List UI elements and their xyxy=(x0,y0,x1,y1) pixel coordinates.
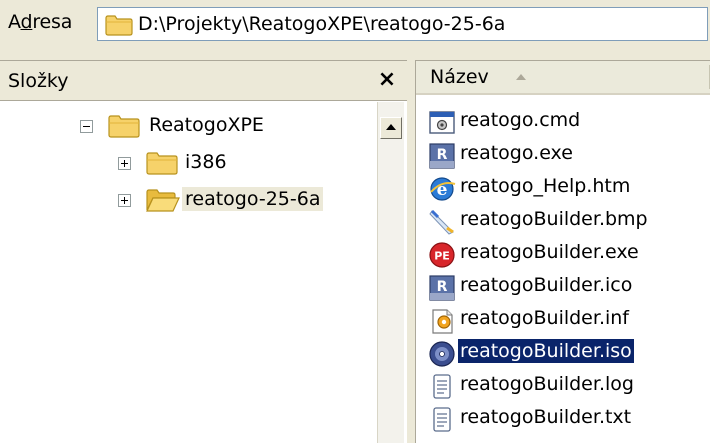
file-item-reatogobuilder-log[interactable]: reatogoBuilder.log xyxy=(428,370,703,403)
file-name: reatogoBuilder.exe xyxy=(460,241,639,263)
svg-text:PE: PE xyxy=(434,250,450,263)
column-name-label: Název xyxy=(430,66,489,88)
file-name: reatogoBuilder.txt xyxy=(460,406,632,428)
folder-icon xyxy=(146,152,178,175)
file-item-reatogobuilder-exe[interactable]: PE reatogoBuilder.exe xyxy=(428,238,703,271)
file-name: reatogo.exe xyxy=(460,142,573,164)
address-label: Adresa xyxy=(8,11,73,33)
reatogo-app-icon: R xyxy=(429,275,455,301)
close-folders-button[interactable]: × xyxy=(374,66,400,94)
folder-tree: ReatogoXPE i386 reatogo-25-6a xyxy=(0,102,376,443)
cmd-script-icon xyxy=(429,111,455,134)
file-name: reatogoBuilder.iso xyxy=(458,339,634,363)
tree-item-label: ReatogoXPE xyxy=(149,114,264,136)
svg-text:R: R xyxy=(437,147,448,163)
file-name: reatogoBuilder.bmp xyxy=(460,208,648,230)
ie-htm-icon: e xyxy=(430,177,456,201)
scroll-up-button[interactable] xyxy=(380,117,402,139)
bitmap-icon xyxy=(429,209,454,235)
file-name: reatogoBuilder.inf xyxy=(460,307,629,329)
file-item-reatogo-cmd[interactable]: reatogo.cmd xyxy=(428,106,703,139)
address-bar: Adresa D:\Projekty\ReatogoXPE\reatogo-25… xyxy=(0,0,710,46)
expand-toggle[interactable] xyxy=(118,194,131,207)
pane-splitter[interactable] xyxy=(407,60,415,443)
tree-item-i386[interactable]: i386 xyxy=(118,148,338,180)
folders-pane: Složky × ReatogoXPE i386 reatogo-25-6a xyxy=(0,60,407,443)
tree-item-reatogoxpe[interactable]: ReatogoXPE xyxy=(80,111,360,143)
file-item-reatogobuilder-txt[interactable]: reatogoBuilder.txt xyxy=(428,403,703,436)
files-pane: Název reatogo.cmd R reatogo.exe e reatog… xyxy=(415,60,710,443)
svg-text:R: R xyxy=(437,279,448,295)
file-name: reatogoBuilder.ico xyxy=(460,274,633,296)
address-field[interactable]: D:\Projekty\ReatogoXPE\reatogo-25-6a xyxy=(97,7,708,41)
text-document-icon xyxy=(433,407,451,432)
folder-icon xyxy=(105,15,133,36)
reatogo-app-icon: R xyxy=(429,143,455,169)
sort-ascending-icon xyxy=(516,74,526,80)
disc-image-icon xyxy=(429,341,455,367)
column-header-name[interactable]: Název xyxy=(416,61,710,95)
pe-app-icon: PE xyxy=(429,242,455,268)
file-item-reatogo-exe[interactable]: R reatogo.exe xyxy=(428,139,703,172)
collapse-toggle[interactable] xyxy=(80,120,93,133)
explorer-window: Adresa D:\Projekty\ReatogoXPE\reatogo-25… xyxy=(0,0,710,443)
file-name: reatogoBuilder.log xyxy=(460,373,634,395)
address-value: D:\Projekty\ReatogoXPE\reatogo-25-6a xyxy=(138,13,506,35)
file-item-reatogobuilder-iso[interactable]: reatogoBuilder.iso xyxy=(428,337,703,370)
folders-title: Složky xyxy=(8,70,69,92)
file-item-reatogo-help-htm[interactable]: e reatogo_Help.htm xyxy=(428,172,703,205)
tree-item-reatogo-25-6a[interactable]: reatogo-25-6a xyxy=(118,185,358,217)
folders-header: Složky × xyxy=(0,61,407,101)
tree-item-label: i386 xyxy=(185,151,227,173)
file-item-reatogobuilder-bmp[interactable]: reatogoBuilder.bmp xyxy=(428,205,703,238)
file-name: reatogo_Help.htm xyxy=(460,175,631,197)
open-folder-icon xyxy=(146,189,180,212)
file-item-reatogobuilder-ico[interactable]: R reatogoBuilder.ico xyxy=(428,271,703,304)
tree-item-label: reatogo-25-6a xyxy=(182,187,324,211)
folder-icon xyxy=(108,115,140,138)
folders-scrollbar[interactable] xyxy=(377,102,404,443)
file-name: reatogo.cmd xyxy=(460,109,581,131)
expand-toggle[interactable] xyxy=(118,157,131,170)
file-item-reatogobuilder-inf[interactable]: reatogoBuilder.inf xyxy=(428,304,703,337)
inf-settings-icon xyxy=(432,309,453,334)
text-document-icon xyxy=(433,374,451,399)
